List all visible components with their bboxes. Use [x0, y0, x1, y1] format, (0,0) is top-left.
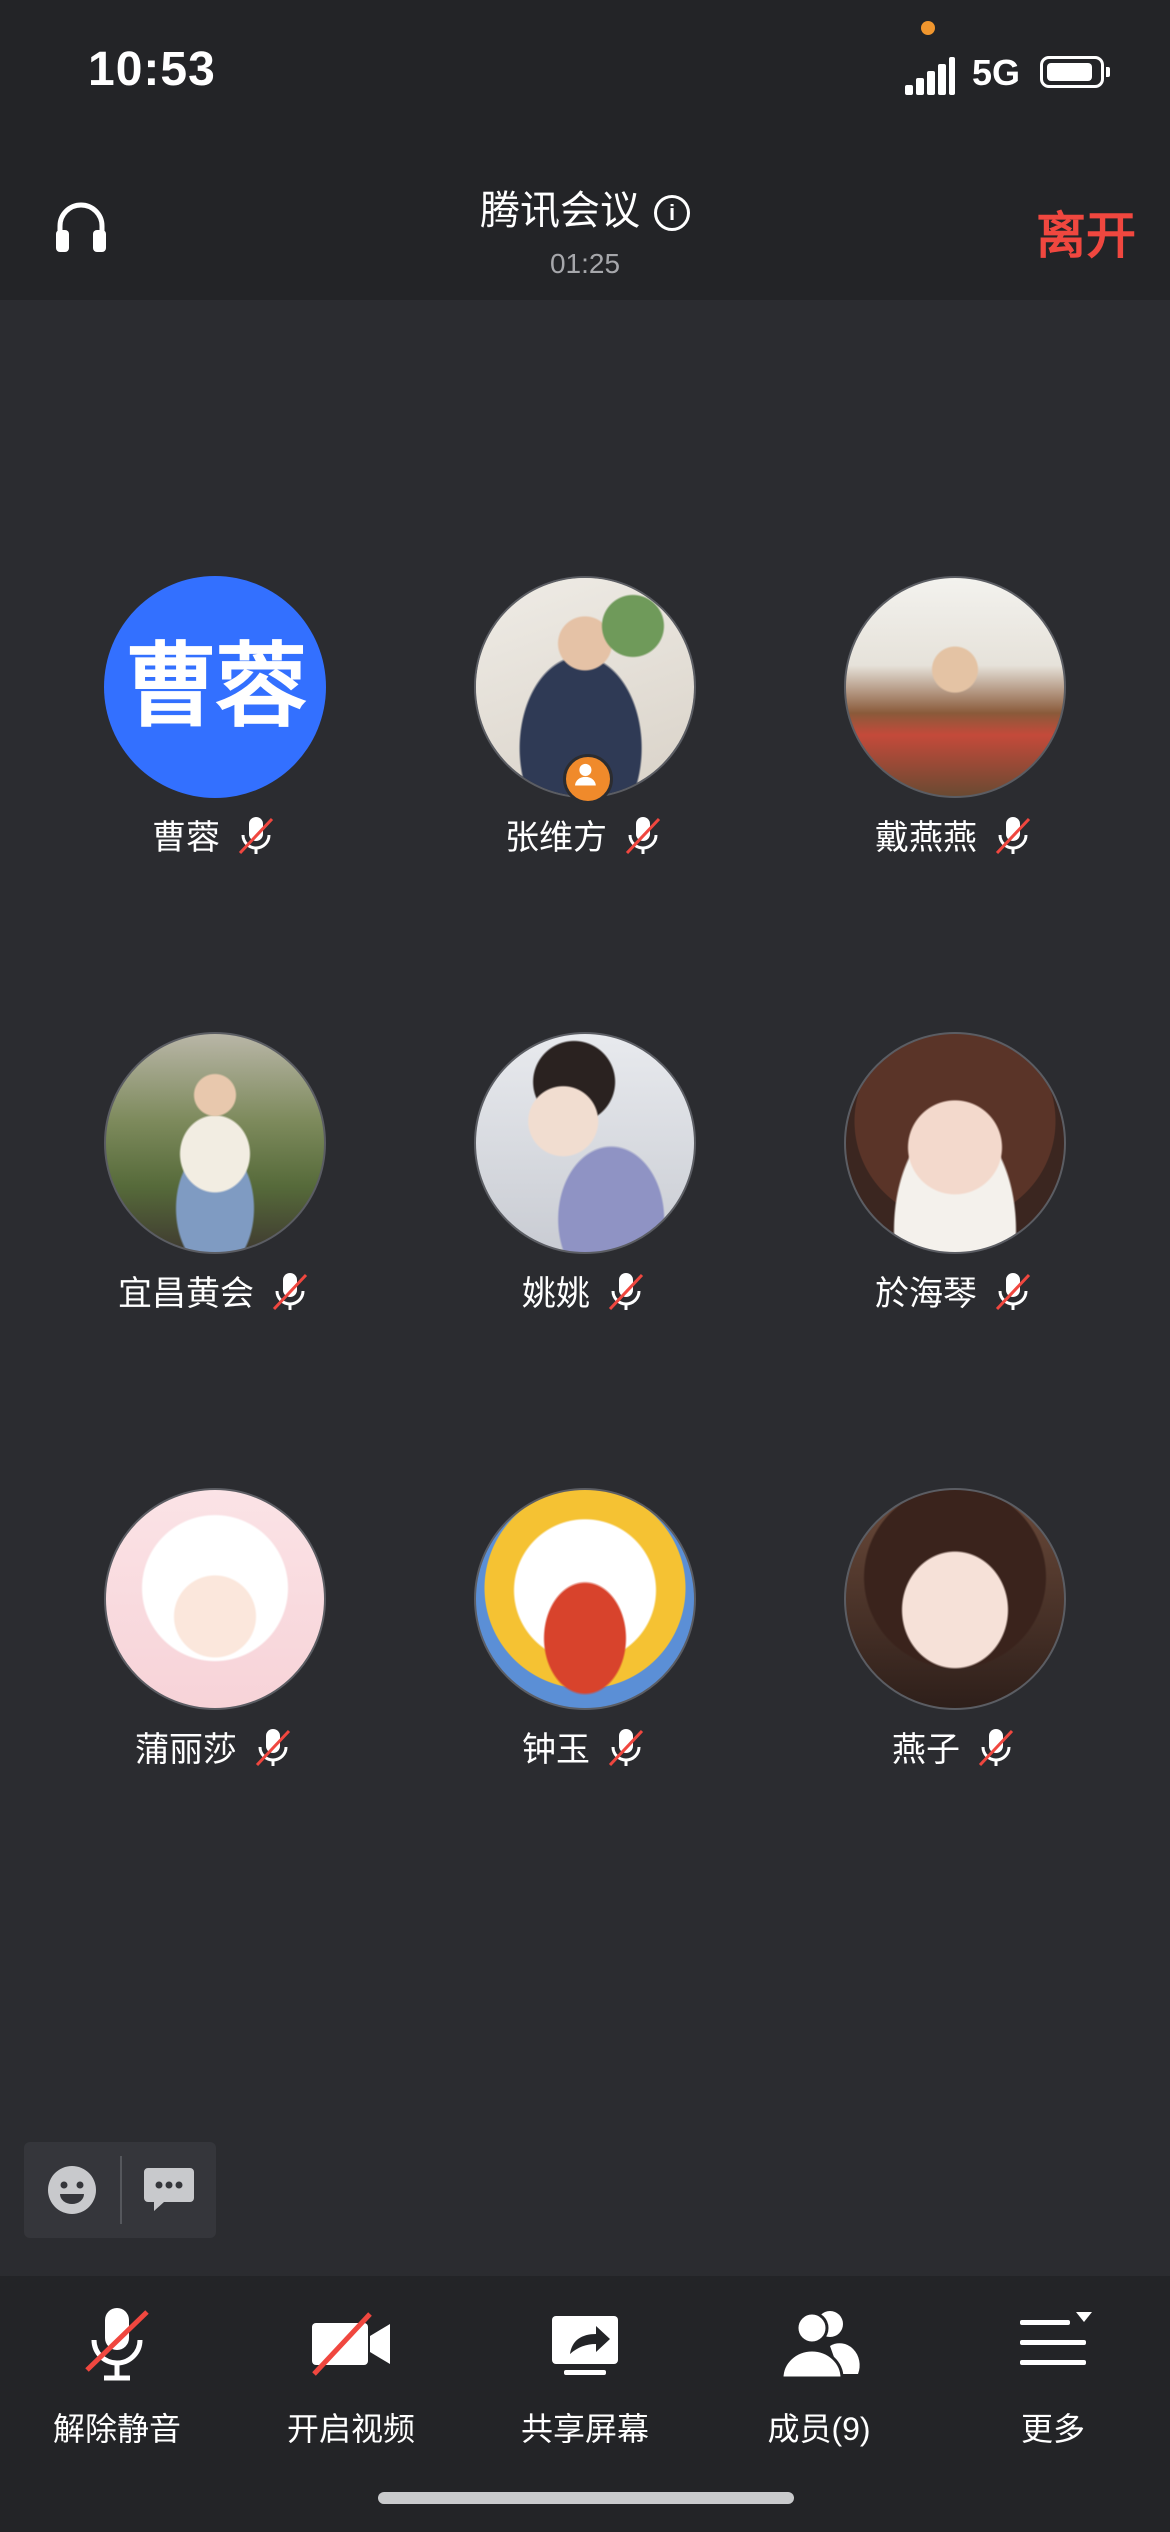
- meeting-title[interactable]: 腾讯会议 i: [0, 178, 1170, 236]
- members-icon: [780, 2311, 860, 2380]
- avatar: [844, 576, 1066, 798]
- members-label: 成员(9): [767, 2411, 871, 2447]
- avatar: [474, 576, 696, 804]
- mic-muted-icon: [255, 1728, 291, 1766]
- participant-name: 姚姚: [522, 1275, 590, 1313]
- avatar: [104, 1032, 326, 1254]
- mic-muted-icon: [238, 816, 274, 854]
- start-video-button[interactable]: 开启视频: [234, 2298, 468, 2450]
- meeting-title-text: 腾讯会议: [480, 189, 640, 233]
- mic-muted-icon: [978, 1728, 1014, 1766]
- signal-icon: [905, 55, 955, 95]
- battery-icon: [1040, 56, 1110, 88]
- avatar: [474, 1488, 696, 1710]
- mic-off-icon: [85, 2308, 149, 2381]
- participant-tile[interactable]: 张维方: [415, 576, 755, 859]
- meeting-timer: 01:25: [549, 248, 621, 279]
- share-screen-label: 共享屏幕: [520, 2411, 649, 2447]
- participant-tile[interactable]: 曹蓉 曹蓉: [45, 576, 385, 859]
- participant-tile[interactable]: 宜昌黄会: [45, 1032, 385, 1315]
- mic-muted-icon: [625, 816, 661, 854]
- participant-tile[interactable]: 戴燕燕: [785, 576, 1125, 859]
- emoji-icon[interactable]: [46, 2164, 98, 2216]
- status-time: 10:53: [88, 43, 216, 96]
- home-indicator: [378, 2492, 794, 2504]
- members-button[interactable]: 成员(9): [702, 2298, 936, 2450]
- divider: [120, 2156, 122, 2224]
- participant-name: 钟玉: [522, 1731, 590, 1769]
- more-button[interactable]: 更多: [936, 2298, 1170, 2450]
- mic-muted-icon: [995, 1272, 1031, 1310]
- unmute-button[interactable]: 解除静音: [0, 2298, 234, 2450]
- mic-muted-icon: [272, 1272, 308, 1310]
- participant-tile[interactable]: 姚姚: [415, 1032, 755, 1315]
- more-menu-icon: [1020, 2312, 1092, 2365]
- participant-name: 曹蓉: [152, 819, 220, 857]
- reaction-tray: [24, 2142, 216, 2238]
- share-screen-button[interactable]: 共享屏幕: [468, 2298, 702, 2450]
- chat-icon[interactable]: [142, 2164, 196, 2214]
- participant-tile[interactable]: 蒲丽莎: [45, 1488, 385, 1771]
- mic-muted-icon: [608, 1272, 644, 1310]
- participant-name: 燕子: [892, 1731, 960, 1769]
- participant-name: 戴燕燕: [875, 819, 977, 857]
- avatar: [474, 1032, 696, 1254]
- participant-tile[interactable]: 於海琴: [785, 1032, 1125, 1315]
- mic-muted-icon: [995, 816, 1031, 854]
- host-badge-icon: [563, 754, 613, 804]
- avatar: [844, 1032, 1066, 1254]
- video-off-icon: [312, 2312, 390, 2376]
- more-label: 更多: [1020, 2411, 1085, 2447]
- avatar: 曹蓉: [104, 576, 326, 798]
- avatar: [104, 1488, 326, 1710]
- participant-name: 蒲丽莎: [135, 1731, 237, 1769]
- start-video-label: 开启视频: [286, 2411, 415, 2447]
- info-icon[interactable]: i: [654, 195, 690, 231]
- avatar: [844, 1488, 1066, 1710]
- participant-name: 於海琴: [875, 1275, 977, 1313]
- participant-tile[interactable]: 燕子: [785, 1488, 1125, 1771]
- unmute-label: 解除静音: [52, 2411, 181, 2447]
- mic-muted-icon: [608, 1728, 644, 1766]
- privacy-indicator: [921, 21, 935, 35]
- participant-name: 宜昌黄会: [118, 1275, 254, 1313]
- leave-button[interactable]: 离开: [1036, 196, 1136, 268]
- share-screen-icon: [552, 2316, 618, 2375]
- network-label: 5G: [972, 52, 1021, 93]
- participant-name: 张维方: [505, 819, 607, 857]
- participant-tile[interactable]: 钟玉: [415, 1488, 755, 1771]
